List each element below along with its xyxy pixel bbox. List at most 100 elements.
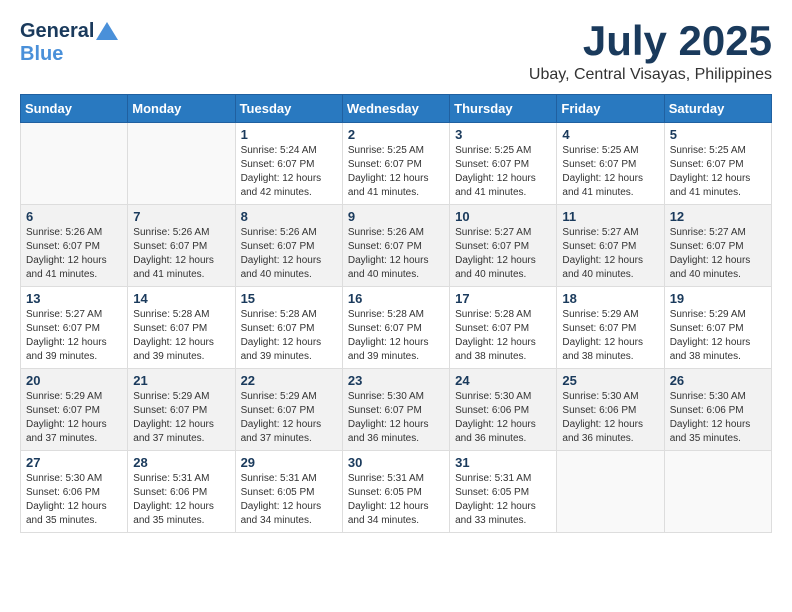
day-info: Sunrise: 5:29 AMSunset: 6:07 PMDaylight:… — [26, 390, 122, 446]
page-title: July 2025 — [529, 20, 772, 62]
calendar-cell: 26 Sunrise: 5:30 AMSunset: 6:06 PMDayligh… — [664, 369, 771, 451]
day-number: 13 — [26, 291, 122, 306]
page-subtitle: Ubay, Central Visayas, Philippines — [529, 66, 772, 84]
day-number: 2 — [348, 127, 444, 142]
calendar-cell — [21, 123, 128, 205]
day-info: Sunrise: 5:26 AMSunset: 6:07 PMDaylight:… — [26, 226, 122, 282]
day-info: Sunrise: 5:31 AMSunset: 6:05 PMDaylight:… — [348, 472, 444, 528]
logo-icon — [96, 22, 118, 40]
calendar-cell: 2 Sunrise: 5:25 AMSunset: 6:07 PMDaylight… — [342, 123, 449, 205]
title-block: July 2025 Ubay, Central Visayas, Philipp… — [529, 20, 772, 84]
day-number: 7 — [133, 209, 229, 224]
day-info: Sunrise: 5:29 AMSunset: 6:07 PMDaylight:… — [241, 390, 337, 446]
calendar-cell: 31Sunrise: 5:31 AMSunset: 6:05 PMDayligh… — [450, 451, 557, 533]
weekday-header-tuesday: Tuesday — [235, 95, 342, 123]
calendar-week-row: 27 Sunrise: 5:30 AMSunset: 6:06 PMDayligh… — [21, 451, 772, 533]
day-info: Sunrise: 5:30 AMSunset: 6:06 PMDaylight:… — [670, 390, 766, 446]
calendar-cell: 20 Sunrise: 5:29 AMSunset: 6:07 PMDayligh… — [21, 369, 128, 451]
day-number: 16 — [348, 291, 444, 306]
calendar-cell — [664, 451, 771, 533]
day-info: Sunrise: 5:31 AMSunset: 6:06 PMDaylight:… — [133, 472, 229, 528]
weekday-header-monday: Monday — [128, 95, 235, 123]
calendar-cell — [128, 123, 235, 205]
day-info: Sunrise: 5:31 AMSunset: 6:05 PMDaylight:… — [455, 472, 551, 528]
page-header: General Blue July 2025 Ubay, Central Vis… — [20, 20, 772, 84]
day-number: 23 — [348, 373, 444, 388]
weekday-header-wednesday: Wednesday — [342, 95, 449, 123]
day-number: 10 — [455, 209, 551, 224]
calendar-cell: 24 Sunrise: 5:30 AMSunset: 6:06 PMDayligh… — [450, 369, 557, 451]
day-info: Sunrise: 5:31 AMSunset: 6:05 PMDaylight:… — [241, 472, 337, 528]
calendar-cell: 7 Sunrise: 5:26 AMSunset: 6:07 PMDaylight… — [128, 205, 235, 287]
day-number: 19 — [670, 291, 766, 306]
day-number: 3 — [455, 127, 551, 142]
calendar-cell: 30 Sunrise: 5:31 AMSunset: 6:05 PMDayligh… — [342, 451, 449, 533]
day-info: Sunrise: 5:28 AMSunset: 6:07 PMDaylight:… — [133, 308, 229, 364]
calendar-cell: 23 Sunrise: 5:30 AMSunset: 6:07 PMDayligh… — [342, 369, 449, 451]
calendar-cell: 16 Sunrise: 5:28 AMSunset: 6:07 PMDayligh… — [342, 287, 449, 369]
calendar-week-row: 13 Sunrise: 5:27 AMSunset: 6:07 PMDayligh… — [21, 287, 772, 369]
calendar-week-row: 20 Sunrise: 5:29 AMSunset: 6:07 PMDayligh… — [21, 369, 772, 451]
day-info: Sunrise: 5:25 AMSunset: 6:07 PMDaylight:… — [670, 144, 766, 200]
calendar-header: SundayMondayTuesdayWednesdayThursdayFrid… — [21, 95, 772, 123]
day-number: 29 — [241, 455, 337, 470]
day-number: 17 — [455, 291, 551, 306]
calendar-cell: 3Sunrise: 5:25 AMSunset: 6:07 PMDaylight… — [450, 123, 557, 205]
day-info: Sunrise: 5:25 AMSunset: 6:07 PMDaylight:… — [348, 144, 444, 200]
day-number: 30 — [348, 455, 444, 470]
calendar-cell: 28Sunrise: 5:31 AMSunset: 6:06 PMDayligh… — [128, 451, 235, 533]
calendar-cell: 8Sunrise: 5:26 AMSunset: 6:07 PMDaylight… — [235, 205, 342, 287]
day-info: Sunrise: 5:30 AMSunset: 6:06 PMDaylight:… — [562, 390, 658, 446]
day-number: 26 — [670, 373, 766, 388]
weekday-header-friday: Friday — [557, 95, 664, 123]
day-number: 21 — [133, 373, 229, 388]
calendar-week-row: 6Sunrise: 5:26 AMSunset: 6:07 PMDaylight… — [21, 205, 772, 287]
calendar-cell: 6Sunrise: 5:26 AMSunset: 6:07 PMDaylight… — [21, 205, 128, 287]
day-info: Sunrise: 5:27 AMSunset: 6:07 PMDaylight:… — [562, 226, 658, 282]
day-number: 27 — [26, 455, 122, 470]
day-info: Sunrise: 5:29 AMSunset: 6:07 PMDaylight:… — [562, 308, 658, 364]
day-info: Sunrise: 5:29 AMSunset: 6:07 PMDaylight:… — [670, 308, 766, 364]
day-info: Sunrise: 5:29 AMSunset: 6:07 PMDaylight:… — [133, 390, 229, 446]
day-number: 9 — [348, 209, 444, 224]
day-number: 8 — [241, 209, 337, 224]
day-info: Sunrise: 5:30 AMSunset: 6:06 PMDaylight:… — [26, 472, 122, 528]
day-number: 5 — [670, 127, 766, 142]
weekday-header-saturday: Saturday — [664, 95, 771, 123]
calendar-cell: 17 Sunrise: 5:28 AMSunset: 6:07 PMDayligh… — [450, 287, 557, 369]
day-number: 1 — [241, 127, 337, 142]
day-info: Sunrise: 5:28 AMSunset: 6:07 PMDaylight:… — [348, 308, 444, 364]
calendar-cell: 25Sunrise: 5:30 AMSunset: 6:06 PMDayligh… — [557, 369, 664, 451]
calendar-cell: 21 Sunrise: 5:29 AMSunset: 6:07 PMDayligh… — [128, 369, 235, 451]
weekday-header-row: SundayMondayTuesdayWednesdayThursdayFrid… — [21, 95, 772, 123]
weekday-header-thursday: Thursday — [450, 95, 557, 123]
calendar-cell: 14 Sunrise: 5:28 AMSunset: 6:07 PMDayligh… — [128, 287, 235, 369]
calendar-cell: 13 Sunrise: 5:27 AMSunset: 6:07 PMDayligh… — [21, 287, 128, 369]
day-info: Sunrise: 5:27 AMSunset: 6:07 PMDaylight:… — [26, 308, 122, 364]
calendar-cell — [557, 451, 664, 533]
day-info: Sunrise: 5:28 AMSunset: 6:07 PMDaylight:… — [455, 308, 551, 364]
day-number: 20 — [26, 373, 122, 388]
calendar-cell: 12Sunrise: 5:27 AMSunset: 6:07 PMDayligh… — [664, 205, 771, 287]
day-info: Sunrise: 5:27 AMSunset: 6:07 PMDaylight:… — [455, 226, 551, 282]
day-info: Sunrise: 5:28 AMSunset: 6:07 PMDaylight:… — [241, 308, 337, 364]
logo-blue-text: Blue — [20, 43, 63, 66]
day-number: 14 — [133, 291, 229, 306]
calendar-week-row: 1Sunrise: 5:24 AMSunset: 6:07 PMDaylight… — [21, 123, 772, 205]
weekday-header-sunday: Sunday — [21, 95, 128, 123]
calendar-cell: 9Sunrise: 5:26 AMSunset: 6:07 PMDaylight… — [342, 205, 449, 287]
calendar-cell: 18Sunrise: 5:29 AMSunset: 6:07 PMDayligh… — [557, 287, 664, 369]
day-info: Sunrise: 5:25 AMSunset: 6:07 PMDaylight:… — [562, 144, 658, 200]
day-number: 12 — [670, 209, 766, 224]
day-number: 24 — [455, 373, 551, 388]
day-info: Sunrise: 5:30 AMSunset: 6:06 PMDaylight:… — [455, 390, 551, 446]
calendar-cell: 27 Sunrise: 5:30 AMSunset: 6:06 PMDayligh… — [21, 451, 128, 533]
day-info: Sunrise: 5:30 AMSunset: 6:07 PMDaylight:… — [348, 390, 444, 446]
logo: General Blue — [20, 20, 118, 66]
day-number: 15 — [241, 291, 337, 306]
calendar-cell: 5 Sunrise: 5:25 AMSunset: 6:07 PMDaylight… — [664, 123, 771, 205]
day-number: 11 — [562, 209, 658, 224]
calendar-cell: 11 Sunrise: 5:27 AMSunset: 6:07 PMDayligh… — [557, 205, 664, 287]
calendar-cell: 22Sunrise: 5:29 AMSunset: 6:07 PMDayligh… — [235, 369, 342, 451]
day-info: Sunrise: 5:26 AMSunset: 6:07 PMDaylight:… — [133, 226, 229, 282]
